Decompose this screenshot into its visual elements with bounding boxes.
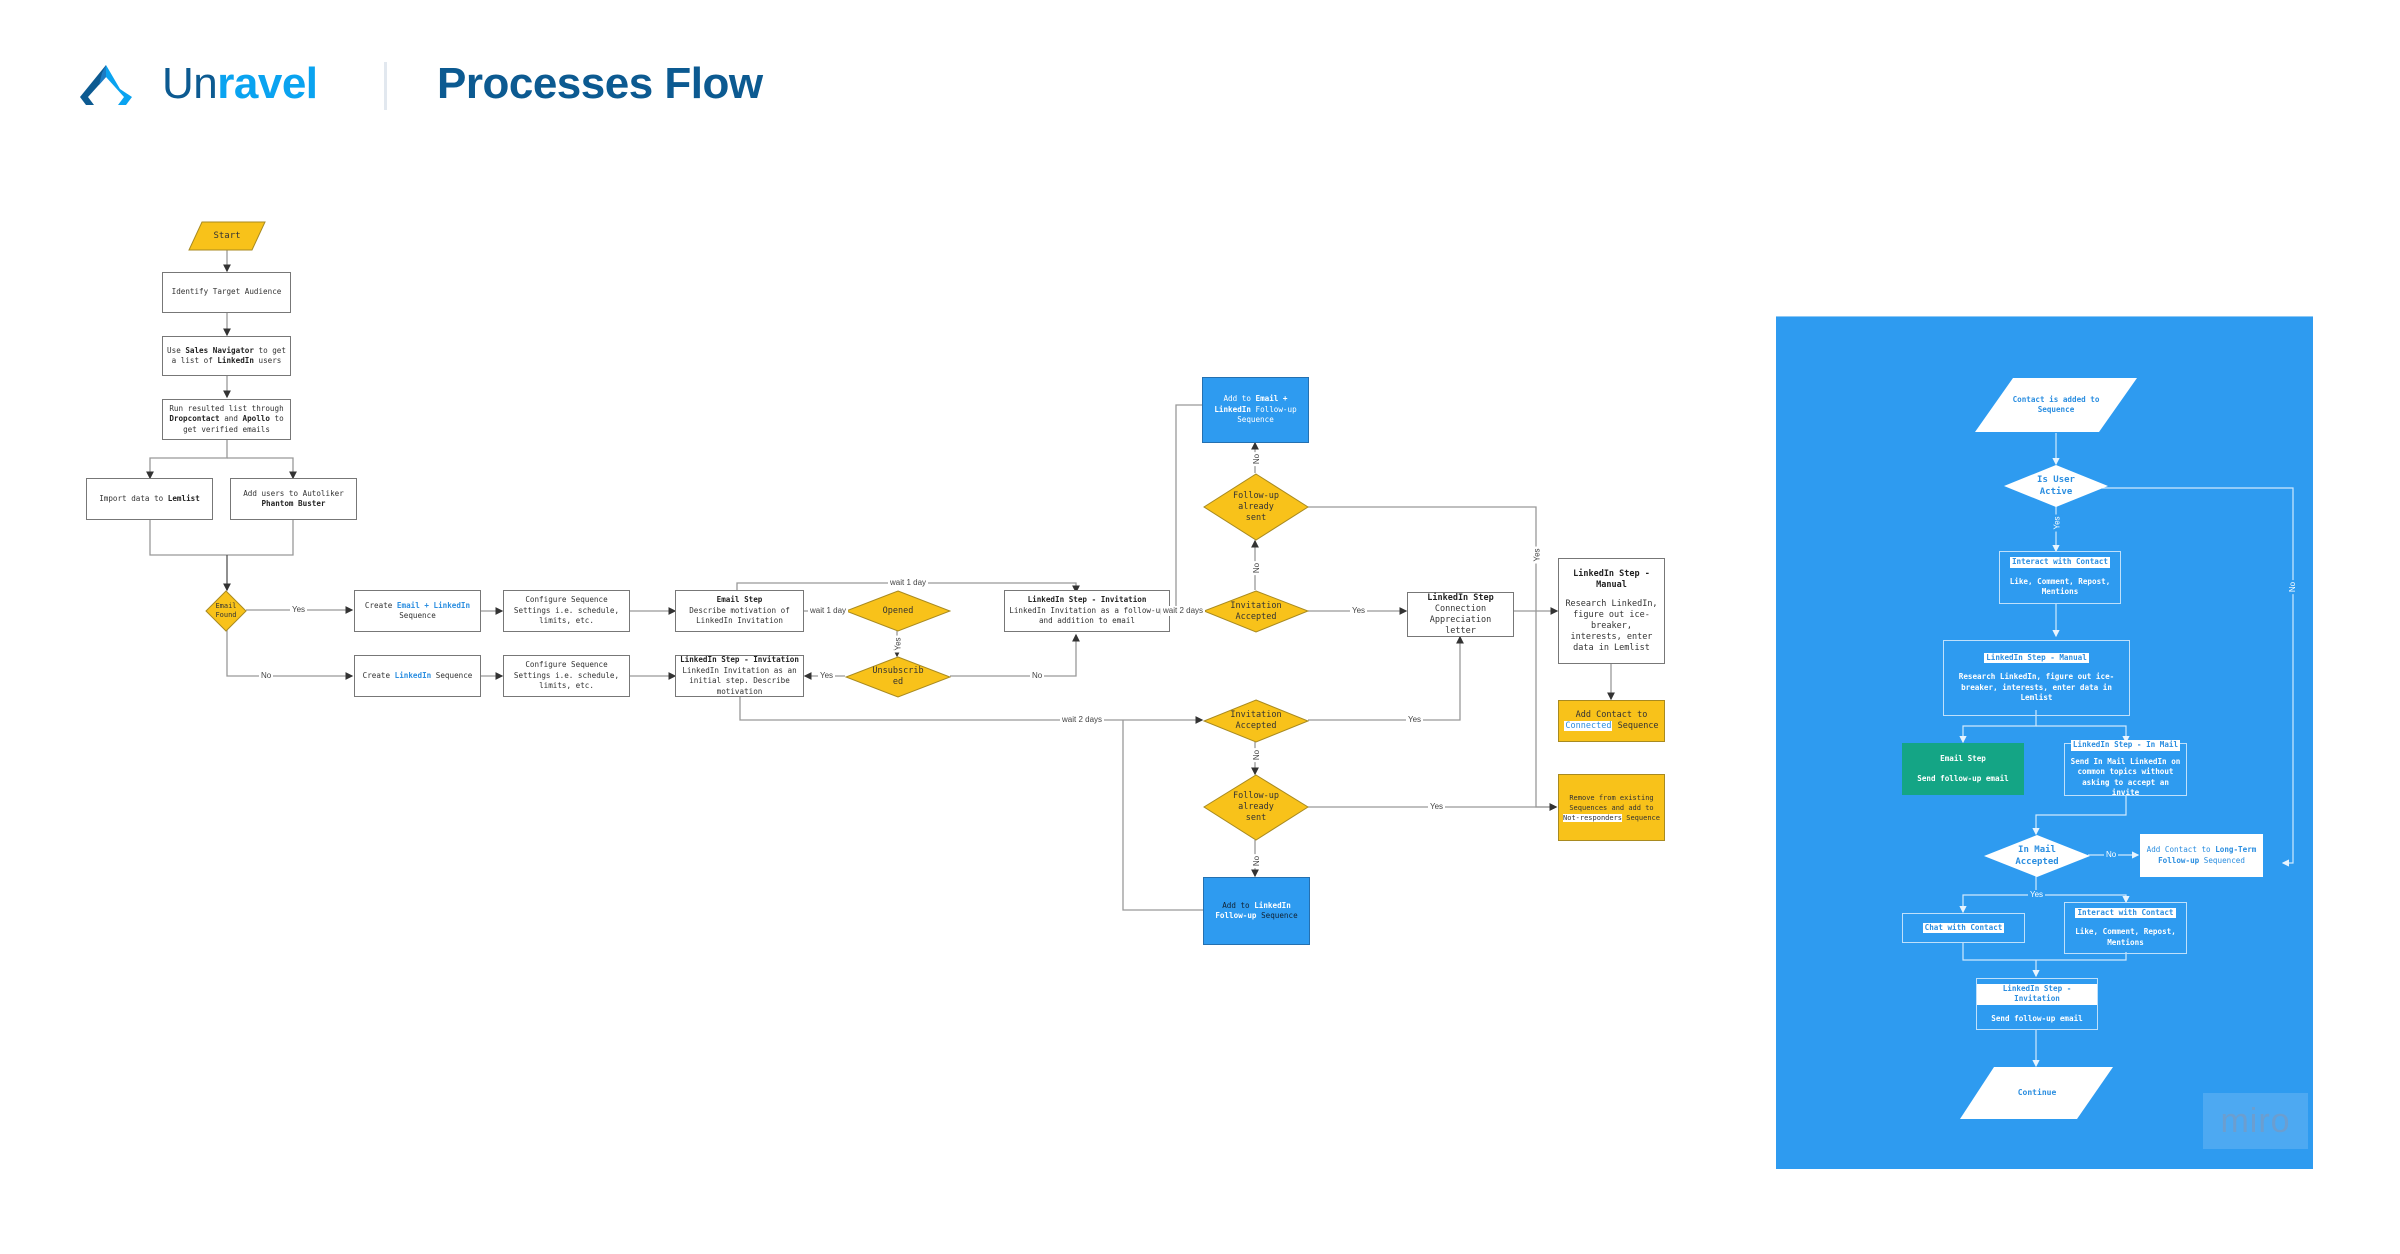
panel-interact-1-title: Interact with Contact bbox=[2009, 557, 2110, 568]
panel-manual-title: LinkedIn Step - Manual bbox=[1984, 652, 2089, 663]
panel-inmail-body: Send In Mail LinkedIn on common topics w… bbox=[2070, 756, 2181, 798]
panel-invitation-title: LinkedIn Step - Invitation bbox=[1977, 983, 2097, 1005]
panel-long-term-sequence[interactable]: Add Contact to Long-Term Follow-up Seque… bbox=[2140, 834, 2263, 877]
inmail-accepted-decision bbox=[1984, 835, 2090, 877]
panel-email-step-title: Email Step bbox=[1940, 754, 1986, 763]
panel-interact-1-body: Like, Comment, Repost, Mentions bbox=[2009, 576, 2111, 597]
panel-inmail-step[interactable]: LinkedIn Step - In Mail Send In Mail Lin… bbox=[2064, 740, 2187, 798]
panel-email-step-body: Send follow-up email bbox=[1917, 773, 2009, 783]
panel-edge-label-active-no: No bbox=[2288, 579, 2299, 595]
panel-interact-2-title: Interact with Contact bbox=[2075, 907, 2176, 919]
miro-watermark: miro bbox=[2203, 1093, 2308, 1149]
panel-interact-2-body: Like, Comment, Repost, Mentions bbox=[2075, 927, 2176, 947]
panel-manual-step[interactable]: LinkedIn Step - Manual Research LinkedIn… bbox=[1943, 640, 2130, 716]
panel-connector-lines bbox=[1959, 433, 2294, 1068]
panel-edge-label-active-yes: Yes bbox=[2052, 514, 2063, 532]
panel-interact-step-1[interactable]: Interact with Contact Like, Comment, Rep… bbox=[1999, 551, 2121, 604]
panel-invitation-body: Send follow-up email bbox=[1991, 1013, 2083, 1023]
panel-invitation-step[interactable]: LinkedIn Step - Invitation Send follow-u… bbox=[1976, 978, 2098, 1030]
panel-edge-label-inmail-no: No bbox=[2104, 850, 2119, 860]
panel-inmail-title: LinkedIn Step - In Mail bbox=[2070, 740, 2181, 751]
panel-email-step[interactable]: Email Step Send follow-up email bbox=[1902, 743, 2024, 795]
panel-interact-step-2[interactable]: Interact with Contact Like, Comment, Rep… bbox=[2064, 902, 2187, 954]
panel-manual-body: Research LinkedIn, figure out ice-breake… bbox=[1958, 672, 2115, 702]
panel-continue-node bbox=[1960, 1067, 2113, 1119]
panel-start-node bbox=[1975, 378, 2137, 432]
panel-edge-label-inmail-yes: Yes bbox=[2028, 890, 2046, 900]
panel-chat-step[interactable]: Chat with Contact bbox=[1902, 913, 2025, 943]
is-user-active-decision bbox=[2004, 465, 2108, 507]
panel-long-term-text: Add Contact to Long-Term Follow-up Seque… bbox=[2146, 845, 2257, 865]
panel-chat-title: Chat with Contact bbox=[1922, 922, 2005, 934]
